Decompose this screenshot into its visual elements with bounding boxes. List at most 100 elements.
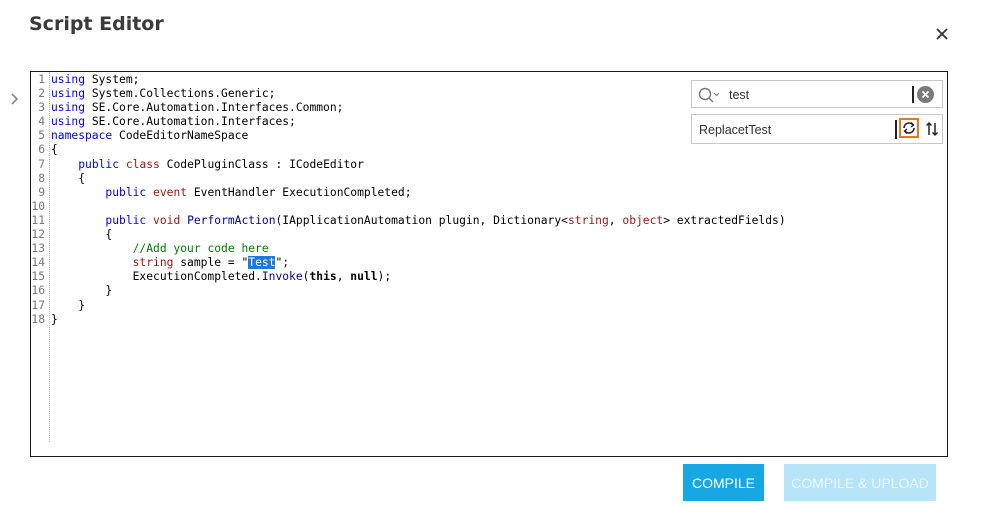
code-text: using System; — [51, 73, 139, 86]
code-token: { — [51, 171, 86, 185]
code-line[interactable]: 7 public class CodePluginClass : ICodeEd… — [31, 158, 786, 172]
code-token: public — [105, 213, 147, 227]
code-token: SE.Core.Automation.Interfaces; — [85, 115, 296, 129]
code-line[interactable]: 17 } — [31, 299, 786, 313]
line-number: 2 — [38, 87, 45, 101]
code-line[interactable]: 11 public void PerformAction(IApplicatio… — [31, 213, 785, 228]
code-token: string — [132, 256, 174, 270]
code-line[interactable]: 15 ExecutionCompleted.Invoke(this, null)… — [31, 270, 786, 284]
replace-icon[interactable] — [899, 118, 919, 138]
code-text: { — [51, 228, 112, 241]
code-text: using SE.Core.Automation.Interfaces; — [51, 115, 296, 128]
line-number: 4 — [38, 115, 45, 129]
code-token: "; — [275, 256, 290, 270]
line-number: 3 — [38, 101, 45, 115]
replace-box — [691, 114, 943, 144]
clear-circle-icon[interactable] — [917, 86, 934, 103]
code-line[interactable]: 6{ — [31, 143, 786, 157]
compile-upload-button[interactable]: COMPILE & UPLOAD — [784, 464, 936, 501]
code-text: string sample = "Test"; — [51, 256, 290, 270]
code-line[interactable]: 5 namespace CodeEditorNameSpace — [31, 129, 786, 143]
code-text: { — [51, 143, 58, 156]
code-token: //Add your code here — [132, 242, 269, 256]
code-text: //Add your code here — [51, 242, 269, 255]
code-token: public — [78, 157, 120, 171]
line-number: 17 — [31, 298, 45, 312]
code-text: public void PerformAction(IApplicationAu… — [51, 213, 785, 227]
code-token: PerformAction — [187, 213, 276, 227]
line-number: 16 — [31, 284, 45, 298]
swap-icon[interactable] — [925, 120, 939, 138]
line-number: 1 — [38, 73, 45, 86]
code-text: public class CodePluginClass : ICodeEdit… — [51, 158, 364, 171]
code-token: CodeEditorNameSpace — [112, 129, 249, 143]
code-token: } — [51, 298, 86, 312]
close-icon[interactable] — [933, 25, 951, 43]
line-number: 12 — [31, 228, 45, 242]
code-text: } — [51, 313, 58, 326]
code-token: ); — [377, 270, 392, 284]
line-number: 7 — [38, 157, 45, 171]
code-token: (IApplicationAutomation plugin, Dictiona… — [275, 213, 568, 227]
code-text: ExecutionCompleted.Invoke(this, null); — [51, 270, 392, 284]
line-number: 6 — [38, 143, 45, 157]
code-token: ExecutionCompleted. — [51, 270, 262, 284]
code-text: } — [51, 299, 85, 312]
code-token: namespace — [51, 129, 113, 143]
code-token: System; — [85, 73, 140, 86]
code-token: class — [125, 157, 160, 171]
line-number: 5 — [38, 129, 45, 143]
code-token: , — [336, 270, 351, 284]
code-line[interactable]: 13 //Add your code here — [31, 242, 786, 256]
code-text: using System.Collections.Generic; — [51, 87, 275, 100]
line-number: 14 — [31, 256, 45, 270]
line-number: 9 — [38, 185, 45, 199]
code-token: Invoke — [261, 270, 303, 284]
code-token: object — [622, 213, 664, 227]
line-number: 8 — [38, 171, 45, 185]
code-token: EventHandler ExecutionCompleted; — [187, 185, 412, 199]
code-area[interactable]: 1 using System; 2 using System.Collections.… — [31, 73, 786, 327]
compile-button[interactable]: COMPILE — [683, 464, 764, 501]
code-text: using SE.Core.Automation.Interfaces.Comm… — [51, 101, 343, 114]
chevron-right-icon[interactable] — [9, 92, 21, 106]
code-token: this — [309, 270, 337, 284]
code-line[interactable]: 3 using SE.Core.Automation.Interfaces.Com… — [31, 101, 786, 115]
code-text: public event EventHandler ExecutionCompl… — [51, 185, 412, 199]
code-token: using — [51, 115, 86, 129]
code-token: using — [51, 73, 86, 86]
code-line[interactable]: 12 { — [31, 228, 786, 242]
search-match-highlight: Test — [248, 256, 276, 270]
code-line[interactable]: 18} — [31, 313, 786, 327]
code-line[interactable]: 2 using System.Collections.Generic; — [31, 87, 786, 101]
code-token: using — [51, 101, 86, 115]
code-line[interactable]: 9 public event EventHandler ExecutionCom… — [31, 186, 786, 200]
code-token: , — [608, 213, 623, 227]
code-token: using — [51, 87, 86, 101]
line-number: 18 — [31, 312, 45, 326]
code-line[interactable]: 1 using System; — [31, 73, 786, 87]
code-token: null — [350, 270, 378, 284]
code-text: namespace CodeEditorNameSpace — [51, 129, 248, 142]
line-number: 11 — [31, 213, 45, 227]
line-number: 15 — [31, 270, 45, 284]
find-input[interactable] — [729, 87, 899, 103]
code-token: CodePluginClass : ICodeEditor — [159, 157, 364, 171]
code-line[interactable]: 10 — [31, 200, 786, 214]
code-token: string — [567, 213, 609, 227]
code-line[interactable]: 14 string sample = "Test"; — [31, 256, 786, 270]
replace-input[interactable] — [699, 122, 884, 138]
code-line[interactable]: 16 } — [31, 284, 786, 298]
code-text: } — [51, 284, 112, 297]
code-line[interactable]: 8 { — [31, 172, 786, 186]
line-number: 10 — [31, 199, 45, 213]
code-line[interactable]: 4 using SE.Core.Automation.Interfaces; — [31, 115, 786, 129]
code-token: event — [153, 185, 188, 199]
line-number: 13 — [31, 242, 45, 256]
find-caret — [912, 86, 914, 103]
